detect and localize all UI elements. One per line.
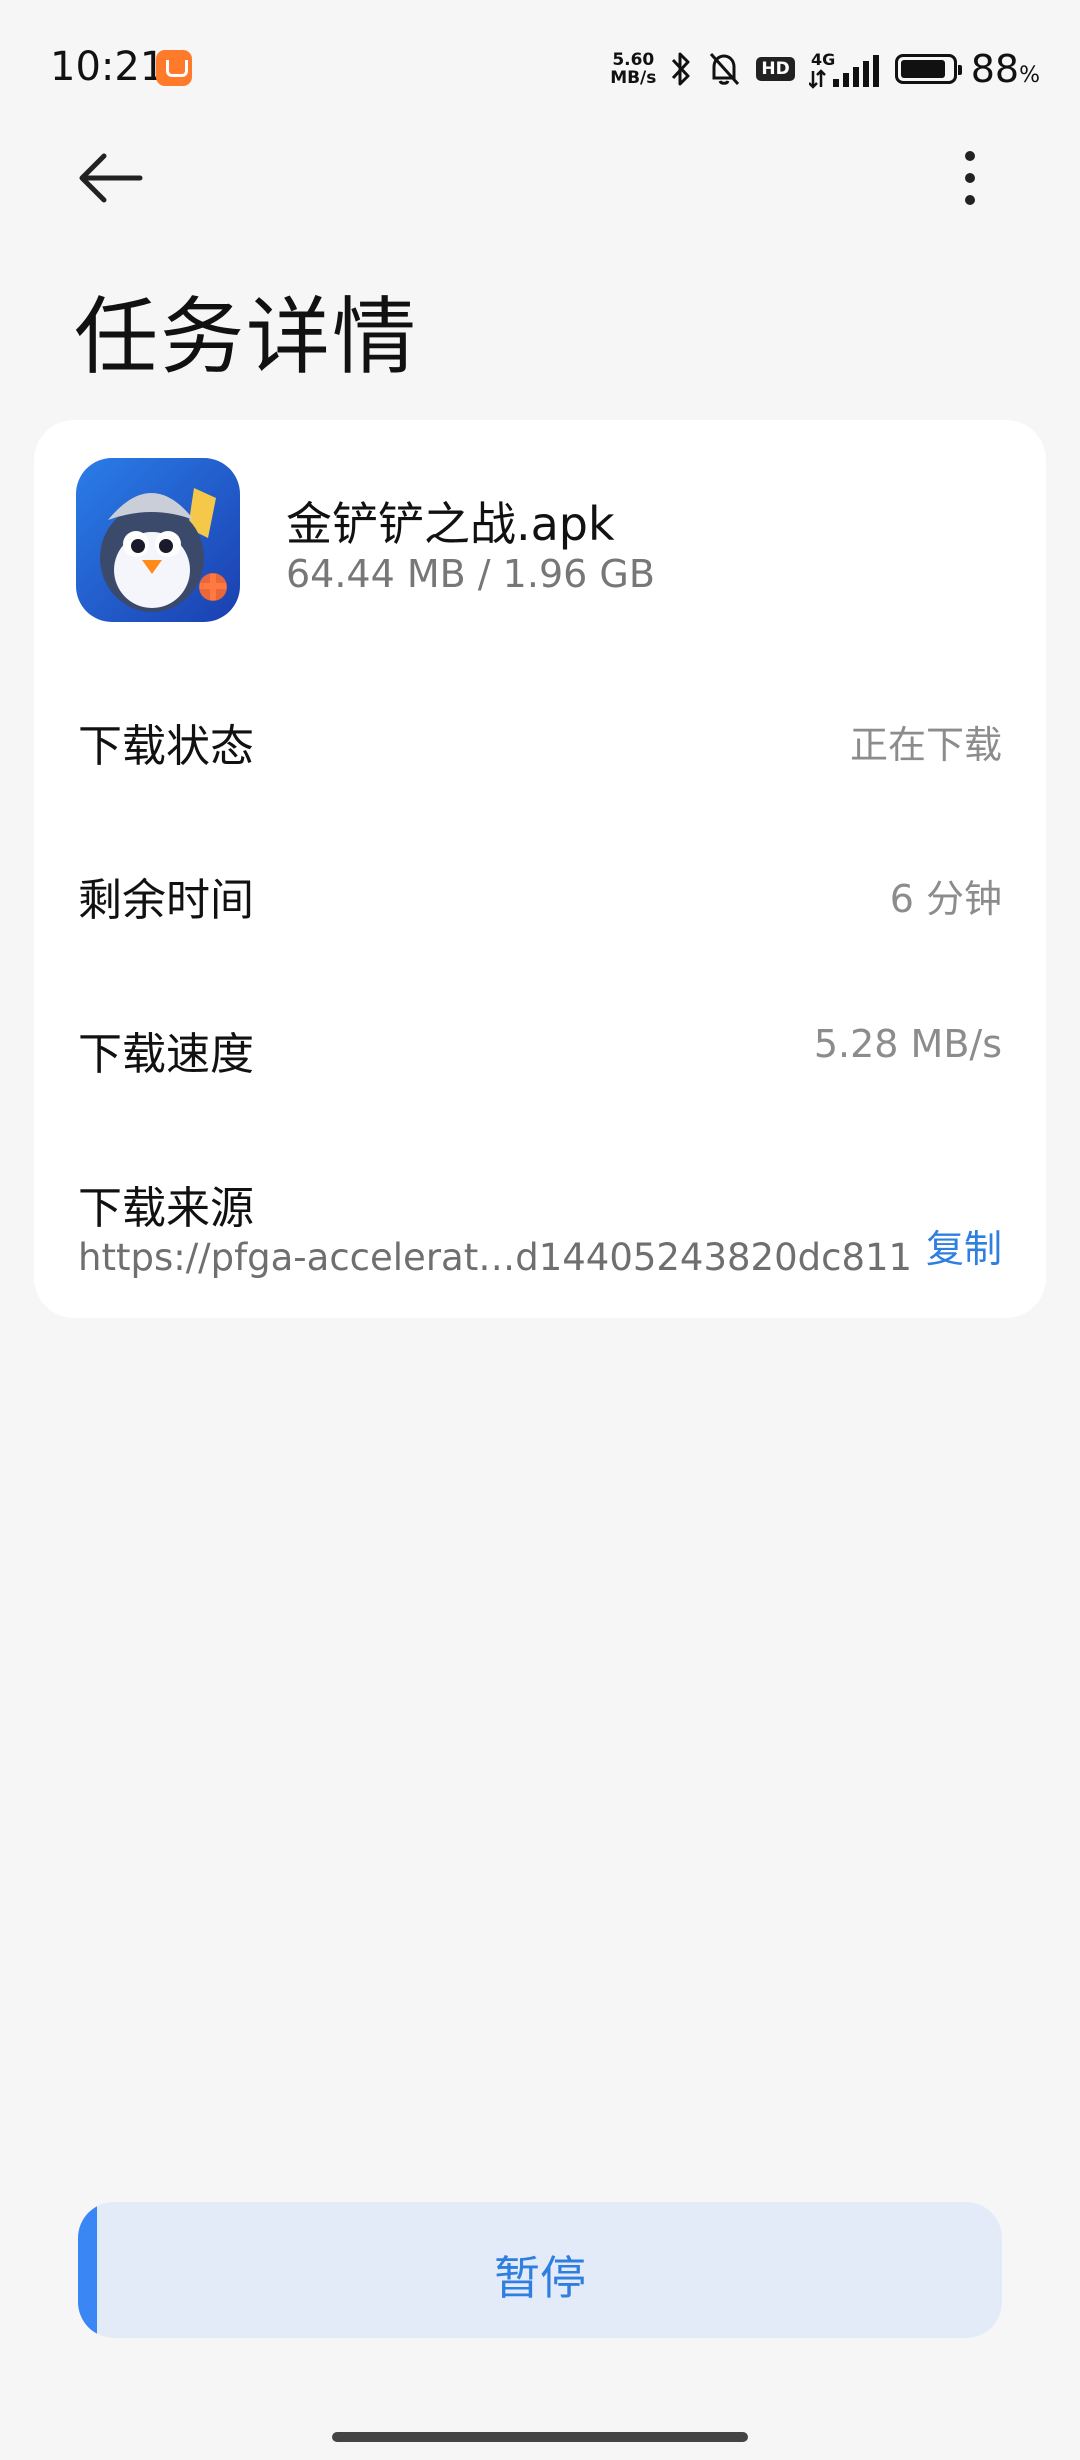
page-title: 任务详情 — [74, 288, 419, 386]
download-status-label: 下载状态 — [78, 721, 254, 772]
app-icon — [76, 458, 240, 622]
file-size-progress: 64.44 MB / 1.96 GB — [286, 552, 655, 596]
status-bar: 10:21 5.60 MB/s HD 4G 88% — [0, 0, 1080, 130]
bell-muted-icon — [710, 52, 740, 86]
network-speed: 5.60 MB/s — [610, 51, 656, 87]
svg-text:4G: 4G — [811, 50, 835, 69]
pause-button[interactable]: 暂停 — [78, 2202, 1002, 2338]
task-details-card: 金铲铲之战.apk 64.44 MB / 1.96 GB 下载状态 正在下载 剩… — [34, 420, 1046, 1318]
signal-icon: 4G — [808, 50, 879, 89]
hd-badge: HD — [756, 57, 795, 81]
file-name: 金铲铲之战.apk — [286, 497, 615, 551]
battery-percent: 88% — [970, 47, 1040, 91]
download-speed-label: 下载速度 — [78, 1029, 254, 1080]
download-source-label: 下载来源 — [78, 1183, 254, 1234]
remaining-time-label: 剩余时间 — [78, 875, 254, 926]
back-button[interactable] — [74, 148, 146, 208]
battery-icon — [894, 54, 962, 84]
arrow-left-icon — [79, 153, 143, 203]
network-speed-unit: MB/s — [610, 68, 657, 88]
pause-button-label: 暂停 — [494, 2251, 586, 2305]
network-speed-value: 5.60 — [612, 50, 655, 70]
home-indicator[interactable] — [332, 2432, 748, 2442]
bluetooth-icon — [672, 52, 690, 86]
more-options-button[interactable] — [948, 148, 992, 208]
more-vertical-icon — [965, 151, 975, 205]
status-icons: 5.60 MB/s HD 4G 88% — [610, 44, 1040, 94]
download-speed-value: 5.28 MB/s — [813, 1022, 1002, 1066]
shopping-app-notification-icon — [156, 50, 192, 86]
download-status-value: 正在下载 — [849, 723, 1002, 767]
copy-link-button[interactable]: 复制 — [926, 1218, 1002, 1273]
download-source-url: https://pfga-accelerat…d14405243820dc811 — [78, 1236, 913, 1279]
status-time: 10:21 — [50, 44, 166, 90]
remaining-time-value: 6 分钟 — [889, 877, 1002, 921]
